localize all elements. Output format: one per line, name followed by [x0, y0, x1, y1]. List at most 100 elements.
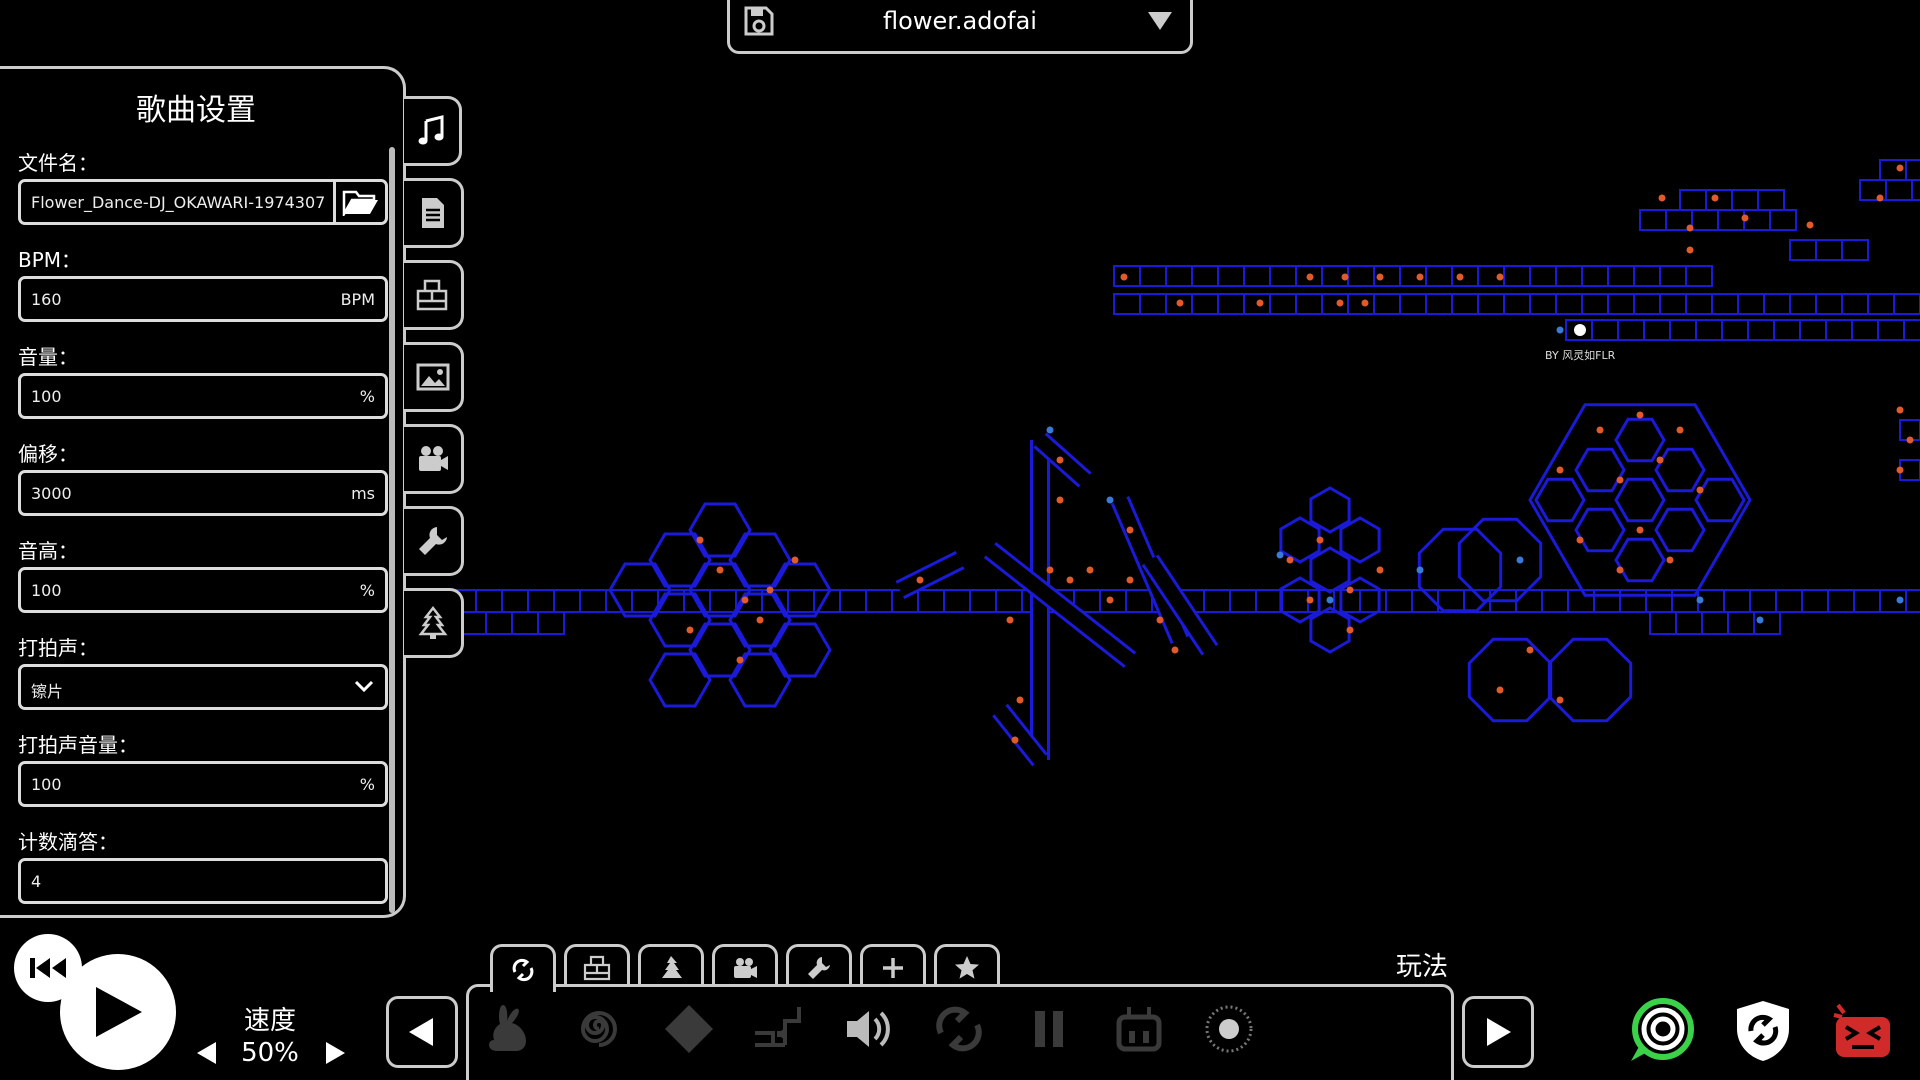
- rewind-icon: [30, 958, 66, 978]
- track-tile: [1731, 189, 1759, 211]
- tab-track-settings[interactable]: [404, 260, 464, 330]
- track-tile: [1877, 319, 1905, 341]
- bpm-field[interactable]: 160 BPM: [18, 276, 388, 322]
- event-marker: [1896, 466, 1904, 474]
- track-tile: [1191, 265, 1219, 287]
- event-marker: [1376, 273, 1384, 281]
- tab-track[interactable]: [564, 944, 630, 988]
- track-tile: [553, 589, 581, 613]
- document-icon: [421, 198, 444, 228]
- mode-label: 玩法: [1396, 952, 1449, 982]
- track-tile: [1763, 293, 1791, 315]
- accuracy-target-button[interactable]: [1626, 996, 1696, 1066]
- track-tile: [1825, 319, 1853, 341]
- track-tile: [1567, 589, 1595, 613]
- track-tile: [527, 589, 555, 613]
- track-tile: [1347, 293, 1375, 315]
- toolbar-next-button[interactable]: [1462, 996, 1534, 1068]
- offset-field[interactable]: 3000 ms: [18, 470, 388, 516]
- track-tile: [1113, 293, 1141, 315]
- hex-tile: [1534, 477, 1586, 523]
- tab-misc-settings[interactable]: [404, 506, 464, 576]
- event-marker: [1011, 736, 1019, 744]
- music-icon: [418, 115, 443, 145]
- hex-tile: [768, 622, 832, 678]
- event-marker: [1126, 526, 1134, 534]
- chevron-down-icon[interactable]: [1146, 10, 1174, 32]
- set-hitsound-event[interactable]: [838, 998, 900, 1060]
- speed-decrease-button[interactable]: [194, 1040, 220, 1066]
- hex-tile: [1574, 507, 1626, 553]
- filename-field[interactable]: Flower_Dance-DJ_OKAWARI-1974307.ogg: [18, 179, 388, 225]
- tab-song-settings[interactable]: [404, 96, 462, 166]
- autoplay-button[interactable]: [1826, 996, 1896, 1066]
- event-marker: [1046, 566, 1054, 574]
- star-icon: [955, 955, 979, 979]
- no-fail-button[interactable]: [1728, 996, 1798, 1066]
- hold-event[interactable]: [748, 998, 810, 1060]
- event-marker: [741, 596, 749, 604]
- event-marker: [766, 586, 774, 594]
- track-tile: [1425, 265, 1453, 287]
- image-icon: [416, 363, 449, 391]
- track-tile: [1295, 293, 1323, 315]
- track-tile: [1529, 265, 1557, 287]
- save-icon[interactable]: [742, 4, 776, 38]
- track-tile: [1851, 319, 1879, 341]
- volume-field[interactable]: 100 %: [18, 373, 388, 419]
- hitsound-select[interactable]: 镲片: [18, 664, 388, 710]
- track-tile: [1269, 293, 1297, 315]
- tab-camera[interactable]: [712, 944, 778, 988]
- tab-decoration-settings[interactable]: [404, 588, 464, 658]
- pitch-field[interactable]: 100 %: [18, 567, 388, 613]
- track-tile: [1789, 239, 1817, 261]
- track-tile: [631, 589, 659, 613]
- track-tile: [1425, 293, 1453, 315]
- tab-add[interactable]: [860, 944, 926, 988]
- pitch-label: 音高：: [18, 539, 78, 563]
- event-marker: [1896, 406, 1904, 414]
- track-tile: [1885, 179, 1913, 201]
- hitsound-label: 打拍声：: [18, 636, 98, 660]
- tab-gameplay[interactable]: [490, 944, 556, 992]
- checkpoint-event[interactable]: [658, 998, 720, 1060]
- panel-scrollbar[interactable]: [389, 147, 395, 913]
- event-marker: [916, 576, 924, 584]
- twirl-spiral-event[interactable]: [568, 998, 630, 1060]
- event-marker: [716, 566, 724, 574]
- track-tile: [1853, 589, 1881, 613]
- offset-unit: ms: [351, 484, 375, 503]
- offset-label: 偏移：: [18, 442, 78, 466]
- tab-background-settings[interactable]: [404, 342, 464, 412]
- tab-camera-settings[interactable]: [404, 424, 464, 494]
- hexagon-frame: [1528, 403, 1752, 597]
- scale-radius-event[interactable]: [1198, 998, 1260, 1060]
- browse-folder-button[interactable]: [333, 182, 385, 222]
- tab-favorites[interactable]: [934, 944, 1000, 988]
- set-speed-event[interactable]: [480, 998, 542, 1060]
- event-marker: [1896, 164, 1904, 172]
- track-tile: [787, 589, 815, 613]
- tab-decoration[interactable]: [638, 944, 704, 988]
- rabbit-icon: [489, 1005, 526, 1051]
- twirl-event[interactable]: [928, 998, 990, 1060]
- camera-icon: [734, 957, 757, 978]
- event-marker: [1616, 476, 1624, 484]
- count-ticks-field[interactable]: 4: [18, 858, 388, 904]
- camera-icon: [418, 446, 448, 471]
- pause-event[interactable]: [1018, 998, 1080, 1060]
- hex-tile: [1614, 477, 1666, 523]
- file-selector[interactable]: flower.adofai: [727, 0, 1193, 54]
- track-tile: [1243, 265, 1271, 287]
- hex-tile: [1309, 606, 1351, 654]
- play-button[interactable]: [60, 954, 176, 1070]
- tab-level-settings[interactable]: [404, 178, 464, 248]
- tab-modifiers[interactable]: [786, 944, 852, 988]
- auto-play-event[interactable]: [1108, 998, 1170, 1060]
- event-marker: [1658, 194, 1666, 202]
- toolbar-prev-button[interactable]: [386, 996, 458, 1068]
- hex-tile: [688, 622, 752, 678]
- hitsound-volume-field[interactable]: 100 %: [18, 761, 388, 807]
- speed-increase-button[interactable]: [322, 1040, 348, 1066]
- track-tile: [1529, 293, 1557, 315]
